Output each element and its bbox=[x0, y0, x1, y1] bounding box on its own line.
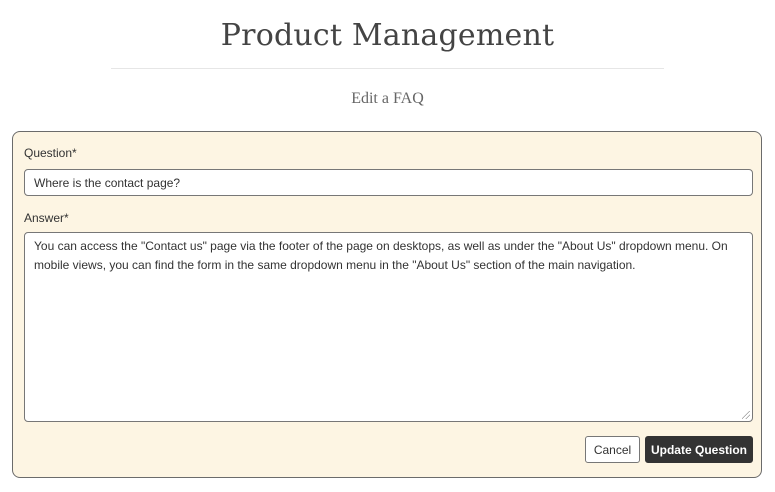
page-title: Product Management bbox=[220, 18, 555, 53]
answer-textarea[interactable]: You can access the "Contact us" page via… bbox=[24, 232, 753, 422]
page: Product Management Edit a FAQ Question* … bbox=[0, 0, 775, 492]
question-input[interactable] bbox=[24, 169, 753, 196]
cancel-button[interactable]: Cancel bbox=[585, 436, 640, 463]
answer-label: Answer* bbox=[24, 211, 69, 225]
textarea-resize-handle[interactable] bbox=[742, 411, 750, 419]
question-label: Question* bbox=[24, 146, 77, 160]
page-subtitle: Edit a FAQ bbox=[351, 90, 424, 107]
edit-faq-form: Question* Answer* You can access the "Co… bbox=[12, 131, 762, 478]
title-divider bbox=[111, 68, 664, 69]
update-question-button[interactable]: Update Question bbox=[645, 436, 753, 463]
